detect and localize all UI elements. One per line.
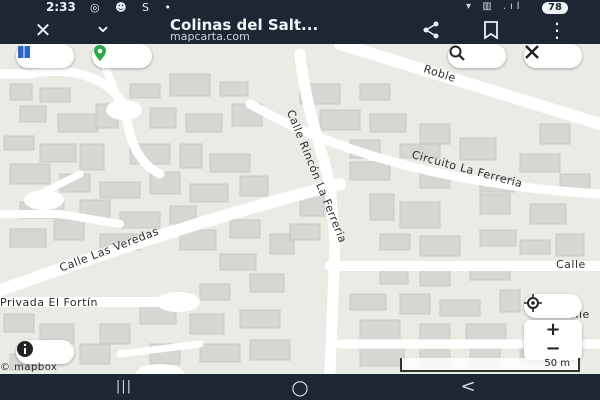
back-button[interactable]: < — [448, 374, 488, 400]
map-search-button[interactable] — [448, 44, 506, 68]
close-tab-icon[interactable]: ✕ — [26, 16, 60, 44]
scale-label: 50 m — [544, 358, 570, 369]
map-attribution[interactable]: © mapbox — [0, 362, 57, 373]
zoom-in-button[interactable]: + — [524, 320, 582, 340]
pin-icon — [94, 45, 106, 61]
bookmark-icon[interactable] — [474, 16, 508, 44]
map-close-button[interactable] — [524, 44, 582, 68]
locate-button[interactable] — [524, 294, 582, 318]
battery-icon: 78 — [542, 2, 568, 14]
recents-button[interactable]: ||| — [104, 374, 144, 400]
status-time: 2:33 — [46, 0, 76, 14]
share-icon[interactable] — [414, 16, 448, 44]
system-nav-bar: ||| ○ < — [0, 374, 600, 400]
status-bar: 2:33 ◎ ☻ S • ▾ ▥ .ıl 78 — [0, 0, 600, 16]
zoom-out-button[interactable]: − — [524, 340, 582, 360]
chevron-down-icon[interactable]: ⌄ — [86, 15, 120, 44]
search-icon — [449, 45, 465, 61]
page-url: mapcarta.com — [170, 30, 250, 43]
home-button[interactable]: ○ — [280, 374, 320, 400]
crosshair-icon — [524, 294, 542, 312]
map-view[interactable]: Roble Calle Rincón La Ferreria Circuito … — [0, 44, 600, 374]
info-button[interactable] — [16, 340, 74, 364]
road-label-privada-fortin: Privada El Fortín — [0, 296, 99, 309]
signal-wifi-icon: ▾ ▥ .ıl — [466, 1, 524, 12]
location-pin-button[interactable] — [92, 44, 152, 68]
road-label-calle-right: Calle — [556, 258, 586, 271]
info-icon — [17, 341, 33, 357]
flag-button[interactable] — [16, 44, 74, 68]
close-icon — [525, 45, 539, 59]
scale-bar: 50 m — [400, 358, 580, 372]
more-menu-icon[interactable]: ⋮ — [540, 16, 574, 44]
map-canvas — [0, 44, 600, 374]
browser-header: ✕ ⌄ Colinas del Salt... mapcarta.com ⋮ — [0, 15, 600, 44]
flag-icon — [18, 46, 30, 58]
zoom-control: + − — [524, 320, 582, 360]
